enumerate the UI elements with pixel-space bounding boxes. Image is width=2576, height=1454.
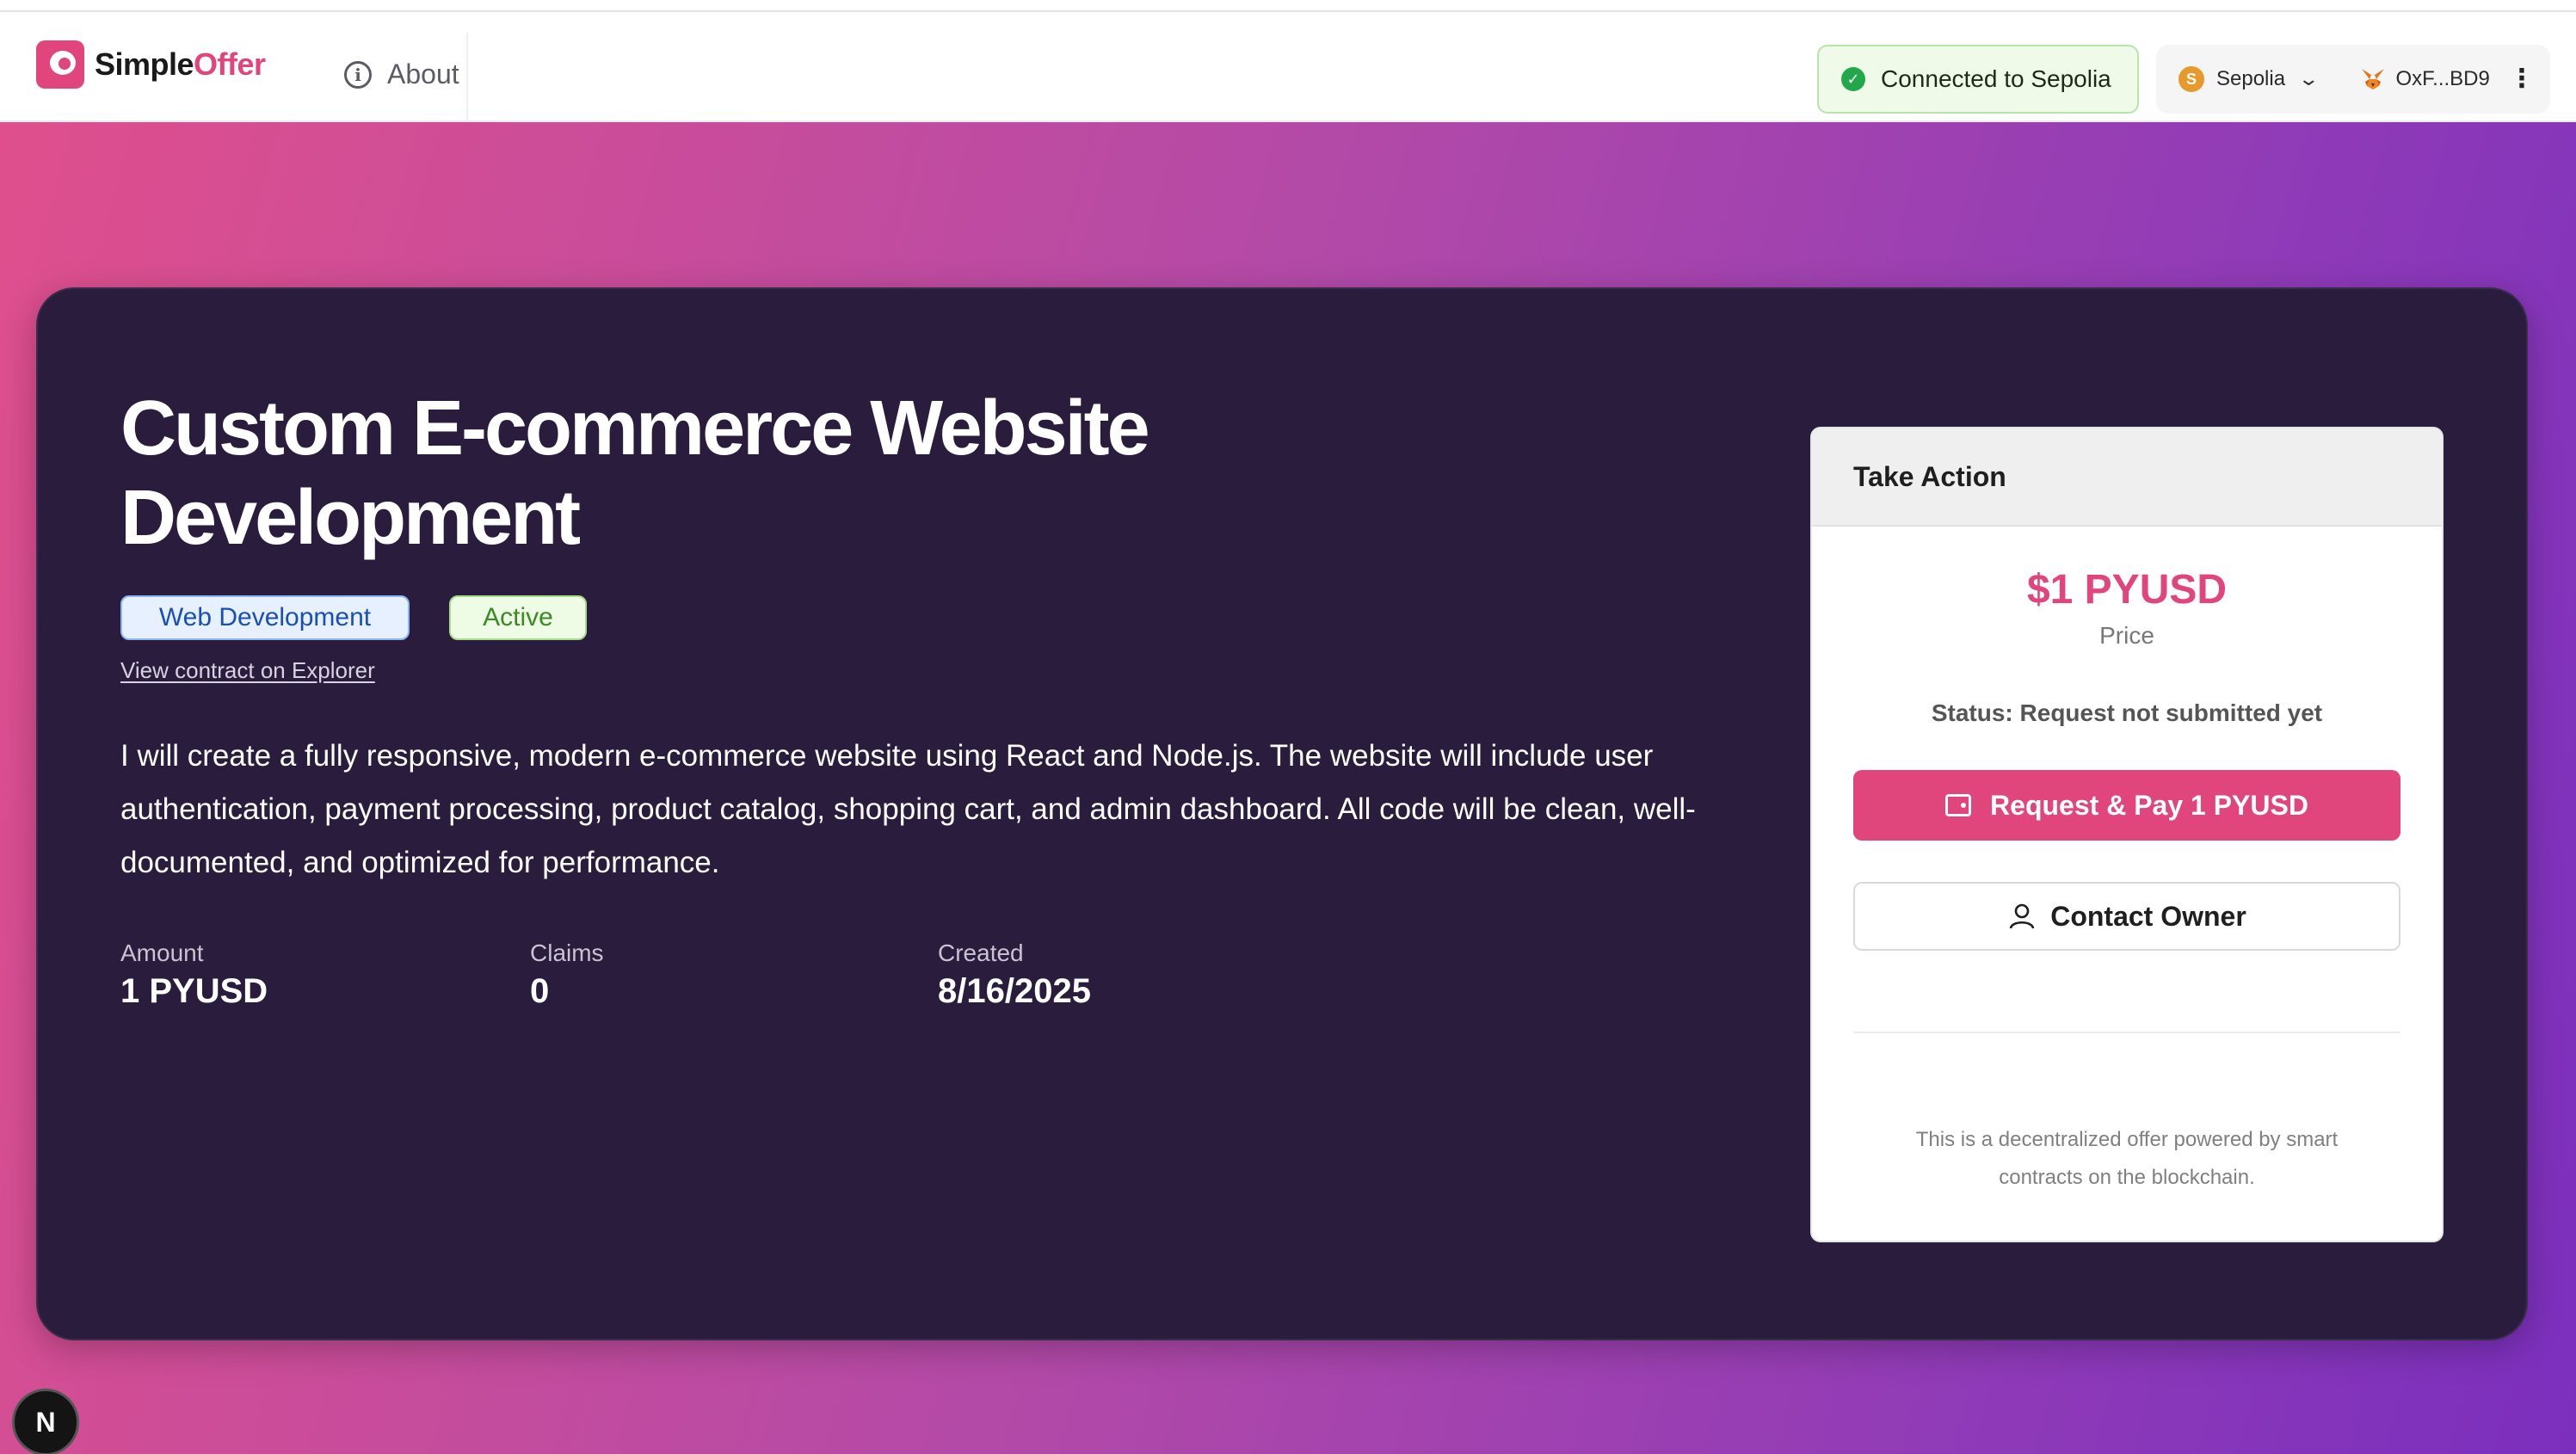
check-circle-icon: ✓ xyxy=(1841,67,1865,91)
network-name: Sepolia xyxy=(2216,67,2286,90)
more-vertical-icon[interactable]: ⋮ xyxy=(2509,66,2535,92)
stat-value: 0 xyxy=(530,972,550,1010)
stat-value: 8/16/2025 xyxy=(938,972,1091,1010)
nextjs-dev-badge[interactable]: N xyxy=(12,1389,79,1454)
network-icon: S xyxy=(2179,66,2204,92)
nav-divider xyxy=(466,33,468,124)
browser-top-edge xyxy=(0,0,2576,12)
metamask-fox-icon xyxy=(2361,69,2384,89)
stat-label: Amount xyxy=(120,940,204,966)
pay-button-label: Request & Pay 1 PYUSD xyxy=(1990,789,2308,821)
about-link[interactable]: i About xyxy=(344,59,459,90)
stat-value: 1 PYUSD xyxy=(120,972,268,1010)
logo-icon xyxy=(36,40,84,89)
wallet-widget: S Sepolia ⌄ OxF...BD9 ⋮ xyxy=(2156,45,2550,114)
logo-text-accent: Offer xyxy=(194,46,266,82)
stat-claims: Claims 0 xyxy=(530,940,604,1011)
info-icon: i xyxy=(344,60,372,89)
panel-heading: Take Action xyxy=(1812,428,2442,527)
user-icon xyxy=(2009,903,2035,929)
contact-button-label: Contact Owner xyxy=(2050,900,2246,932)
price-value: $1 PYUSD xyxy=(2026,567,2228,613)
request-status: Status: Request not submitted yet xyxy=(1931,699,2323,726)
network-selector[interactable]: S Sepolia ⌄ xyxy=(2179,66,2320,92)
price-label: Price xyxy=(2099,622,2154,649)
stat-label: Created xyxy=(938,940,1024,966)
take-action-panel: Take Action $1 PYUSD Price Status: Reque… xyxy=(1810,427,2444,1242)
stat-amount: Amount 1 PYUSD xyxy=(120,940,268,1011)
top-navbar: SimpleOffer i About ✓ Connected to Sepol… xyxy=(0,12,2576,124)
about-label: About xyxy=(387,59,459,89)
stat-label: Claims xyxy=(530,940,604,966)
panel-divider xyxy=(1853,1032,2400,1033)
request-pay-button[interactable]: Request & Pay 1 PYUSD xyxy=(1853,770,2400,841)
explorer-link[interactable]: View contract on Explorer xyxy=(120,657,375,684)
panel-footnote: This is a decentralized offer powered by… xyxy=(1915,1128,2339,1189)
stat-created: Created 8/16/2025 xyxy=(938,940,1091,1011)
wallet-icon xyxy=(1945,794,1972,816)
status-badge: Active xyxy=(449,595,587,640)
category-badge: Web Development xyxy=(120,595,410,640)
connection-status-pill: ✓ Connected to Sepolia xyxy=(1817,45,2139,114)
logo-text-primary: Simple xyxy=(95,46,194,82)
chevron-down-icon: ⌄ xyxy=(2297,68,2320,89)
offer-description: I will create a fully responsive, modern… xyxy=(120,739,1696,879)
account-address: OxF...BD9 xyxy=(2395,67,2490,90)
account-button[interactable]: OxF...BD9 xyxy=(2360,66,2490,92)
logo-text: SimpleOffer xyxy=(95,46,266,83)
offer-title: Custom E-commerce Website Development xyxy=(120,385,1150,561)
contact-owner-button[interactable]: Contact Owner xyxy=(1853,882,2400,951)
logo[interactable]: SimpleOffer xyxy=(36,40,266,89)
connection-status-text: Connected to Sepolia xyxy=(1881,65,2111,92)
